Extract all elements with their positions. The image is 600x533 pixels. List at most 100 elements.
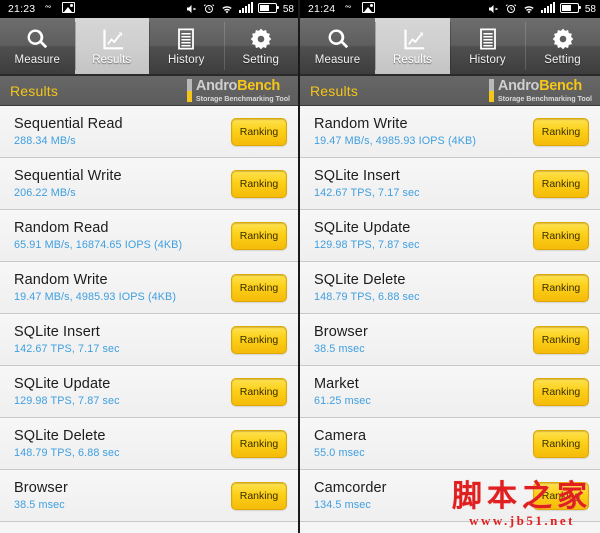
ranking-button[interactable]: Ranking <box>231 169 287 198</box>
tab-bar: Measure Results History Setting <box>0 18 298 76</box>
table-row[interactable]: Browser 38.5 msec Ranking <box>0 470 298 522</box>
androbench-logo: AndroBench Storage Benchmarking Tool <box>186 77 290 103</box>
tab-label: History <box>469 54 506 66</box>
panel-left: 21:23 58 Measure Results History Setting Resul… <box>0 0 300 533</box>
benchmark-value: 142.67 TPS, 7.17 sec <box>314 187 420 199</box>
mute-icon <box>487 3 500 15</box>
table-row[interactable]: SQLite Insert 142.67 TPS, 7.17 sec Ranking <box>0 314 298 366</box>
table-row[interactable]: SQLite Update 129.98 TPS, 7.87 sec Ranking <box>300 210 600 262</box>
table-row[interactable]: SQLite Delete 148.79 TPS, 6.88 sec Ranking <box>300 262 600 314</box>
chart-icon <box>100 26 124 52</box>
wifi-icon <box>220 4 234 15</box>
ranking-button[interactable]: Ranking <box>533 221 589 250</box>
logo-bar-icon <box>488 78 494 103</box>
ranking-button[interactable]: Ranking <box>533 429 589 458</box>
benchmark-name: SQLite Delete <box>14 428 106 444</box>
ranking-button[interactable]: Ranking <box>533 377 589 406</box>
benchmark-name: Sequential Write <box>14 168 122 184</box>
benchmark-name: Browser <box>14 480 68 496</box>
tab-measure[interactable]: Measure <box>300 18 375 74</box>
tab-results[interactable]: Results <box>375 18 450 74</box>
benchmark-value: 129.98 TPS, 7.87 sec <box>314 239 420 251</box>
chart-icon <box>401 26 425 52</box>
ranking-button[interactable]: Ranking <box>231 429 287 458</box>
benchmark-value: 134.5 msec <box>314 499 371 511</box>
ranking-button[interactable]: Ranking <box>231 221 287 250</box>
page-title: Results <box>310 82 359 99</box>
brand-subtitle: Storage Benchmarking Tool <box>497 93 592 103</box>
logo-bar-icon <box>186 78 192 103</box>
battery-percent: 58 <box>282 3 294 15</box>
search-icon <box>25 26 49 52</box>
brand-primary: Andro <box>195 77 238 94</box>
infinity-icon <box>42 4 57 14</box>
benchmark-name: Random Write <box>14 272 108 288</box>
table-row[interactable]: Sequential Write 206.22 MB/s Ranking <box>0 158 298 210</box>
table-row[interactable]: Browser 38.5 msec Ranking <box>300 314 600 366</box>
ranking-button[interactable]: Ranking <box>533 169 589 198</box>
table-row[interactable]: Sequential Read 288.34 MB/s Ranking <box>0 106 298 158</box>
benchmark-value: 288.34 MB/s <box>14 135 76 147</box>
table-row[interactable]: Random Write 19.47 MB/s, 4985.93 IOPS (4K… <box>300 106 600 158</box>
battery-icon <box>559 2 582 16</box>
table-row[interactable]: Camcorder 134.5 msec Ranking <box>300 470 600 522</box>
row-texts: Random Read 65.91 MB/s, 16874.65 IOPS (4K… <box>14 220 182 251</box>
ranking-button[interactable]: Ranking <box>231 273 287 302</box>
ranking-button[interactable]: Ranking <box>533 325 589 354</box>
ranking-button[interactable]: Ranking <box>533 481 589 510</box>
tab-label: History <box>168 54 205 66</box>
benchmark-name: Market <box>314 376 359 392</box>
page-title: Results <box>10 82 59 99</box>
row-texts: Market 61.25 msec <box>314 376 371 407</box>
brand-secondary: Bench <box>237 77 280 94</box>
battery-percent: 58 <box>584 3 596 15</box>
panel-right: 21:24 58 Measure Results History Setting Resul… <box>300 0 600 533</box>
table-row[interactable]: Market 61.25 msec Ranking <box>300 366 600 418</box>
image-icon <box>362 2 376 16</box>
benchmark-name: SQLite Insert <box>314 168 400 184</box>
row-texts: Random Write 19.47 MB/s, 4985.93 IOPS (4K… <box>14 272 176 303</box>
benchmark-name: SQLite Insert <box>14 324 100 340</box>
benchmark-name: Random Write <box>314 116 408 132</box>
tab-setting[interactable]: Setting <box>525 18 600 74</box>
benchmark-name: SQLite Update <box>14 376 111 392</box>
row-texts: SQLite Update 129.98 TPS, 7.87 sec <box>314 220 420 251</box>
benchmark-name: Browser <box>314 324 368 340</box>
tab-label: Measure <box>14 54 60 66</box>
tab-measure[interactable]: Measure <box>0 18 75 74</box>
table-row[interactable]: SQLite Insert 142.67 TPS, 7.17 sec Ranking <box>300 158 600 210</box>
tab-history[interactable]: History <box>149 18 224 74</box>
benchmark-results-list: Sequential Read 288.34 MB/s Ranking Sequent… <box>0 106 298 522</box>
ranking-button[interactable]: Ranking <box>231 377 287 406</box>
row-texts: Camera 55.0 msec <box>314 428 366 459</box>
tab-setting[interactable]: Setting <box>223 18 299 74</box>
ranking-button[interactable]: Ranking <box>533 117 589 146</box>
androbench-logo: AndroBench Storage Benchmarking Tool <box>488 78 592 103</box>
tab-results[interactable]: Results <box>74 18 149 74</box>
benchmark-value: 129.98 TPS, 7.87 sec <box>14 395 120 407</box>
table-row[interactable]: Camera 55.0 msec Ranking <box>300 418 600 470</box>
row-texts: SQLite Update 129.98 TPS, 7.87 sec <box>14 376 120 407</box>
row-texts: Sequential Write 206.22 MB/s <box>14 168 122 199</box>
ranking-button[interactable]: Ranking <box>231 117 287 146</box>
ranking-button[interactable]: Ranking <box>231 325 287 354</box>
image-icon <box>62 2 76 16</box>
ranking-button[interactable]: Ranking <box>533 273 589 302</box>
status-time: 21:23 <box>8 3 36 15</box>
table-row[interactable]: SQLite Update 129.98 TPS, 7.87 sec Ranking <box>0 366 298 418</box>
ranking-button[interactable]: Ranking <box>231 481 287 510</box>
search-icon <box>326 26 350 52</box>
benchmark-name: Sequential Read <box>14 116 123 132</box>
table-row[interactable]: SQLite Delete 148.79 TPS, 6.88 sec Ranking <box>0 418 298 470</box>
row-texts: SQLite Delete 148.79 TPS, 6.88 sec <box>14 428 120 459</box>
tab-bar: Measure Results History Setting <box>300 18 600 76</box>
benchmark-value: 19.47 MB/s, 4985.93 IOPS (4KB) <box>314 135 477 147</box>
table-row[interactable]: Random Write 19.47 MB/s, 4985.93 IOPS (4K… <box>0 262 298 314</box>
benchmark-value: 148.79 TPS, 6.88 sec <box>314 291 420 303</box>
tab-history[interactable]: History <box>450 18 525 74</box>
signal-bars-icon <box>540 2 555 16</box>
benchmark-value: 65.91 MB/s, 16874.65 IOPS (4KB) <box>14 239 183 251</box>
tab-label: Measure <box>314 54 361 66</box>
table-row[interactable]: Random Read 65.91 MB/s, 16874.65 IOPS (4K… <box>0 210 298 262</box>
status-right-icons: 58 <box>185 0 294 18</box>
